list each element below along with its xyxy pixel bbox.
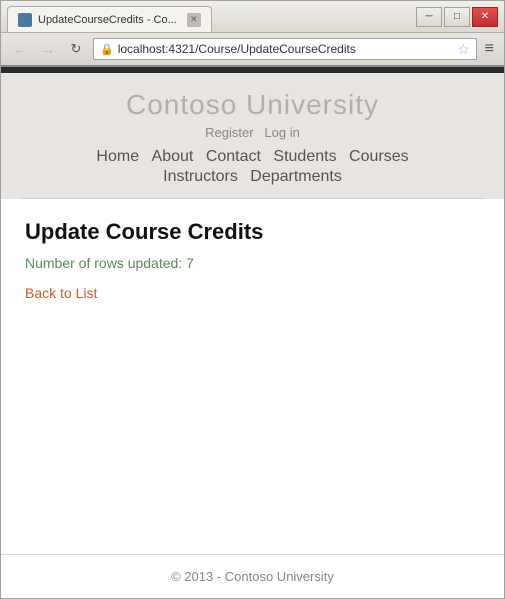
title-bar: UpdateCourseCredits - Co... ✕ ─ □ ✕	[1, 1, 504, 33]
login-link[interactable]: Log in	[264, 125, 299, 140]
tab-title: UpdateCourseCredits - Co...	[38, 14, 177, 26]
site-header: Contoso University Register Log in Home …	[1, 73, 504, 199]
url-bar[interactable]: 🔒 localhost:4321/Course/UpdateCourseCred…	[93, 38, 477, 60]
bookmark-icon[interactable]: ☆	[457, 41, 470, 58]
site-title: Contoso University	[21, 89, 484, 121]
url-text: localhost:4321/Course/UpdateCourseCredit…	[118, 42, 453, 56]
register-link[interactable]: Register	[205, 125, 253, 140]
site-footer: © 2013 - Contoso University	[1, 554, 504, 598]
nav-secondary: Instructors Departments	[21, 168, 484, 186]
lock-icon: 🔒	[100, 43, 114, 56]
nav-contact[interactable]: Contact	[206, 148, 261, 165]
page-content: Contoso University Register Log in Home …	[1, 67, 504, 598]
tab-close-button[interactable]: ✕	[187, 13, 201, 27]
address-bar: ← → ↻ 🔒 localhost:4321/Course/UpdateCour…	[1, 33, 504, 67]
browser-window: UpdateCourseCredits - Co... ✕ ─ □ ✕ ← → …	[0, 0, 505, 599]
back-to-list-link[interactable]: Back to List	[25, 285, 97, 301]
auth-links: Register Log in	[21, 125, 484, 140]
site-header-inner: Contoso University Register Log in Home …	[1, 73, 504, 198]
nav-instructors[interactable]: Instructors	[163, 168, 238, 185]
browser-menu-button[interactable]: ≡	[483, 40, 496, 58]
tab-area: UpdateCourseCredits - Co... ✕	[7, 1, 408, 32]
active-tab[interactable]: UpdateCourseCredits - Co... ✕	[7, 6, 212, 32]
tab-favicon	[18, 13, 32, 27]
nav-courses[interactable]: Courses	[349, 148, 409, 165]
page-heading: Update Course Credits	[25, 219, 480, 245]
window-controls: ─ □ ✕	[416, 7, 498, 27]
nav-primary: Home About Contact Students Courses	[21, 148, 484, 166]
main-content: Update Course Credits Number of rows upd…	[1, 199, 504, 554]
close-button[interactable]: ✕	[472, 7, 498, 27]
footer-text: © 2013 - Contoso University	[171, 569, 334, 584]
nav-home[interactable]: Home	[96, 148, 139, 165]
content-wrapper: Update Course Credits Number of rows upd…	[1, 199, 504, 598]
nav-departments[interactable]: Departments	[250, 168, 342, 185]
nav-students[interactable]: Students	[273, 148, 336, 165]
status-text: Number of rows updated: 7	[25, 255, 480, 271]
nav-about[interactable]: About	[152, 148, 194, 165]
refresh-button[interactable]: ↻	[65, 38, 87, 60]
back-button[interactable]: ←	[9, 38, 31, 60]
minimize-button[interactable]: ─	[416, 7, 442, 27]
forward-button[interactable]: →	[37, 38, 59, 60]
maximize-button[interactable]: □	[444, 7, 470, 27]
